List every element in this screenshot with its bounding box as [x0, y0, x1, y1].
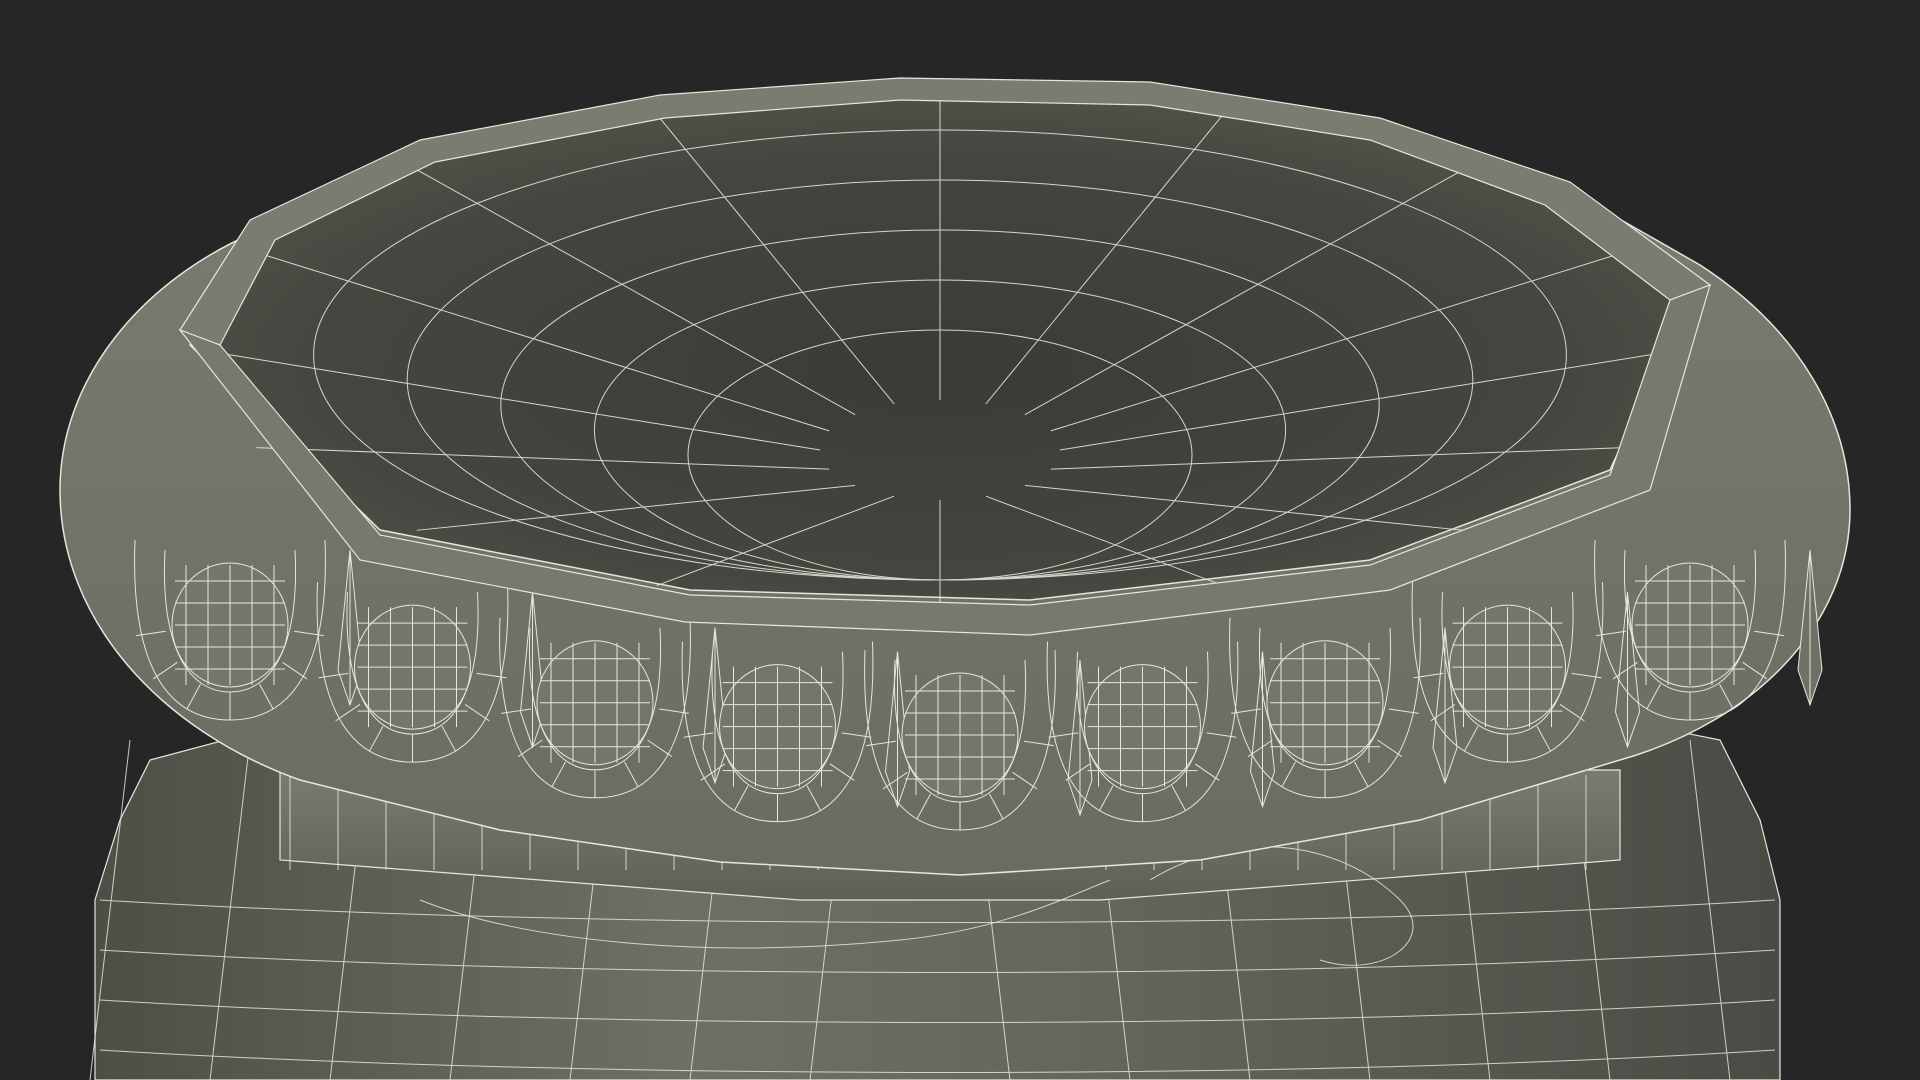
render-viewport — [0, 0, 1920, 1080]
vase-wireframe-render — [59, 77, 1851, 1080]
